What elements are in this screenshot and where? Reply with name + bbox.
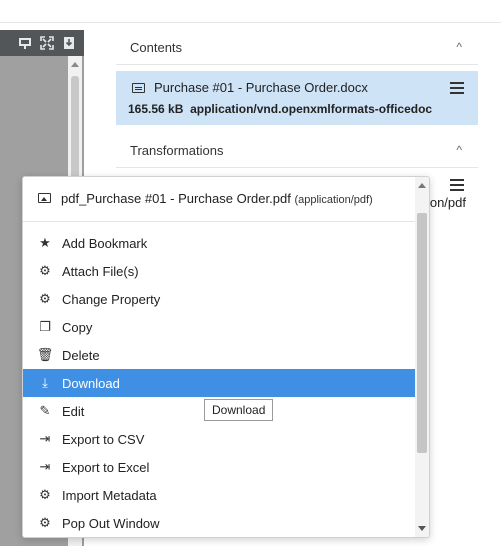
scrollbar-thumb[interactable] — [417, 213, 427, 453]
menu-item-export-to-excel[interactable]: ⇥ Export to Excel — [23, 453, 415, 481]
pencil-icon: ✎ — [39, 403, 51, 418]
cogs-icon: ⚙ — [39, 515, 51, 530]
download-icon: ⤓ — [42, 375, 48, 390]
trash-icon: 🗑 — [36, 347, 54, 362]
contents-section-header[interactable]: Contents ^ — [116, 30, 478, 65]
menu-item-label: Export to CSV — [62, 431, 145, 447]
menu-item-add-bookmark[interactable]: ★ Add Bookmark — [23, 229, 415, 257]
presentation-icon[interactable] — [18, 36, 32, 50]
file-name: Purchase #01 - Purchase Order.docx — [154, 80, 368, 95]
menu-item-delete[interactable]: 🗑 Delete — [23, 341, 415, 369]
menu-item-label: Download — [62, 375, 120, 391]
menu-file-mime: (application/pdf) — [294, 194, 373, 206]
menu-file-name: pdf_Purchase #01 - Purchase Order.pdf (a… — [61, 191, 373, 206]
menu-item-copy[interactable]: ❐ Copy — [23, 313, 415, 341]
cogs-icon: ⚙ — [39, 263, 51, 278]
menu-scrollbar[interactable] — [415, 177, 429, 537]
star-icon: ★ — [39, 235, 51, 250]
cogs-icon: ⚙ — [39, 291, 51, 306]
menu-item-label: Pop Out Window — [62, 515, 160, 531]
menu-item-change-property[interactable]: ⚙ Change Property — [23, 285, 415, 313]
scroll-up-icon[interactable] — [71, 62, 79, 67]
menu-item-label: Add Bookmark — [62, 235, 148, 251]
image-file-icon — [38, 193, 51, 203]
menu-item-export-to-csv[interactable]: ⇥ Export to CSV — [23, 425, 415, 453]
menu-item-label: Copy — [62, 319, 93, 335]
file-context-menu: pdf_Purchase #01 - Purchase Order.pdf (a… — [22, 176, 430, 538]
file-size: 165.56 kB — [128, 102, 184, 116]
export-icon: ⇥ — [39, 459, 51, 474]
viewer-toolbar — [0, 30, 84, 56]
menu-icon[interactable] — [450, 82, 464, 94]
menu-item-label: Change Property — [62, 291, 161, 307]
menu-item-attach-file-s[interactable]: ⚙ Attach File(s) — [23, 257, 415, 285]
download-doc-icon[interactable] — [62, 36, 76, 50]
menu-items: ★ Add Bookmark ⚙ Attach File(s) ⚙ Change Prop… — [23, 229, 415, 537]
menu-item-download[interactable]: ⤓ Download — [23, 369, 415, 397]
menu-item-pop-out-window[interactable]: ⚙ Pop Out Window — [23, 509, 415, 537]
copy-icon: ❐ — [39, 319, 51, 334]
selected-file-card[interactable]: Purchase #01 - Purchase Order.docx 165.5… — [116, 71, 478, 125]
fullscreen-icon[interactable] — [40, 36, 54, 50]
menu-item-label: Attach File(s) — [62, 263, 139, 279]
transformations-title: Transformations — [130, 143, 224, 158]
chevron-up-icon[interactable]: ^ — [456, 143, 462, 157]
scroll-down-icon[interactable] — [418, 526, 426, 531]
menu-file-header: pdf_Purchase #01 - Purchase Order.pdf (a… — [23, 177, 415, 222]
export-icon: ⇥ — [39, 431, 51, 446]
file-mime: application/vnd.openxmlformats-officedoc — [190, 102, 433, 116]
menu-icon[interactable] — [450, 179, 464, 191]
top-divider — [0, 22, 501, 23]
menu-item-label: Edit — [62, 403, 85, 419]
tooltip: Download — [204, 399, 274, 421]
cogs-icon: ⚙ — [39, 487, 51, 502]
transformation-mime-fragment: on/pdf — [429, 195, 466, 210]
transformations-section-header[interactable]: Transformations ^ — [116, 133, 478, 168]
file-meta: 165.56 kB application/vnd.openxmlformats… — [128, 102, 468, 116]
contents-title: Contents — [130, 40, 183, 55]
menu-item-label: Export to Excel — [62, 459, 150, 475]
menu-item-label: Import Metadata — [62, 487, 157, 503]
menu-item-import-metadata[interactable]: ⚙ Import Metadata — [23, 481, 415, 509]
document-icon — [132, 83, 145, 93]
menu-item-label: Delete — [62, 347, 100, 363]
chevron-up-icon[interactable]: ^ — [456, 40, 462, 54]
scroll-up-icon[interactable] — [418, 183, 426, 188]
